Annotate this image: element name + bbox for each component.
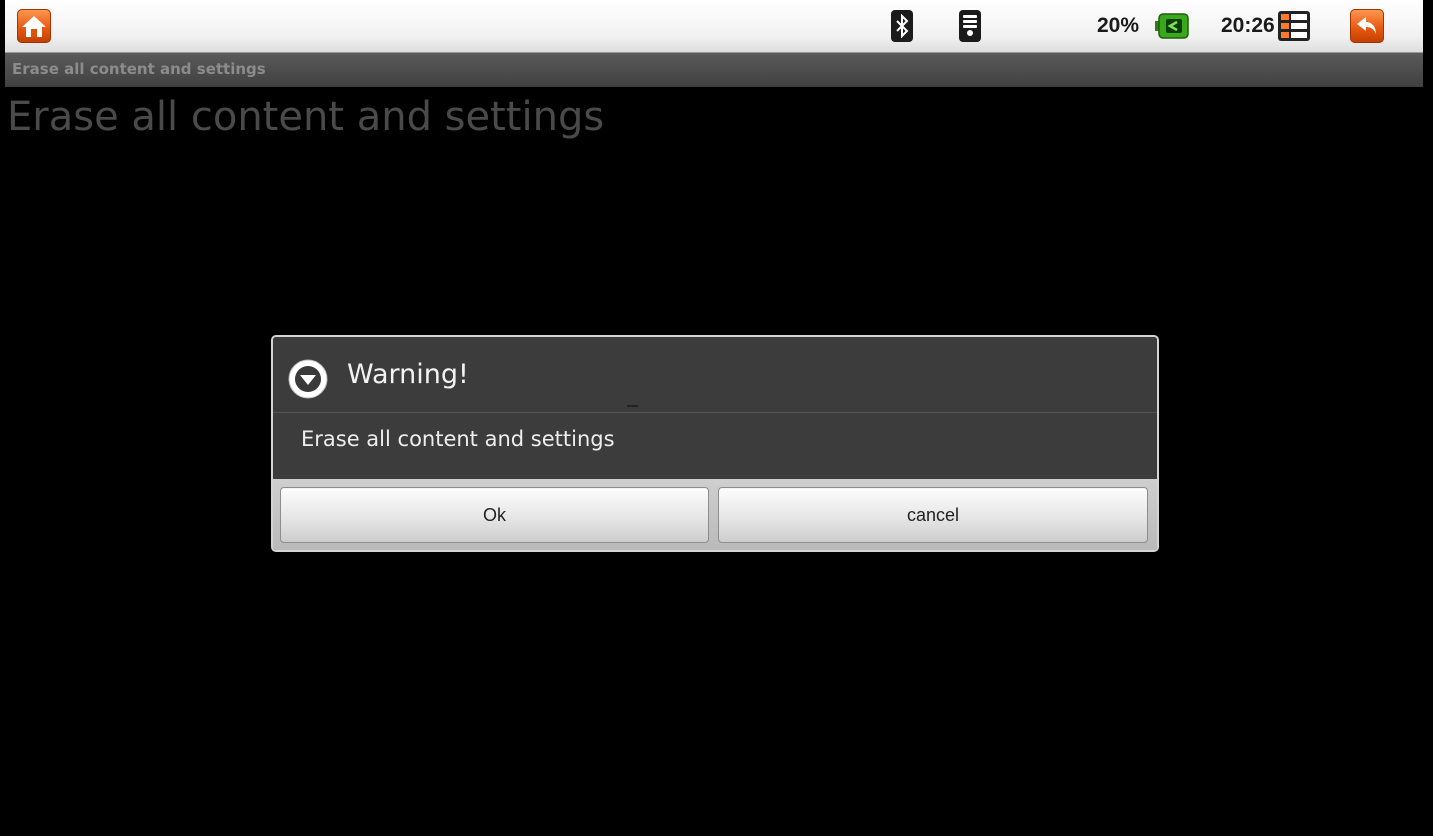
menu-icon[interactable] — [1278, 0, 1310, 52]
screen: 20% 20:26 Erase all content and settings… — [5, 0, 1423, 836]
cancel-button[interactable]: cancel — [718, 487, 1148, 543]
dialog-button-bar: Ok cancel — [273, 479, 1157, 550]
title-bar-label: Erase all content and settings — [12, 60, 266, 78]
status-bar: 20% 20:26 — [5, 0, 1423, 53]
home-icon[interactable] — [17, 0, 51, 52]
divider-mark — [627, 405, 638, 407]
wifi-icon — [959, 0, 981, 52]
bluetooth-icon — [891, 0, 913, 52]
clock: 20:26 — [1221, 14, 1275, 37]
warning-dialog: Warning! Erase all content and settings … — [271, 335, 1159, 552]
warning-icon — [288, 359, 328, 399]
ok-button[interactable]: Ok — [280, 487, 709, 543]
back-icon[interactable] — [1350, 0, 1384, 52]
dialog-title: Warning! — [347, 359, 469, 390]
dialog-message: Erase all content and settings — [301, 427, 615, 451]
page-heading: Erase all content and settings — [7, 94, 605, 140]
battery-icon — [1155, 0, 1189, 52]
dialog-header: Warning! — [273, 337, 1157, 413]
title-bar: Erase all content and settings — [5, 53, 1423, 87]
battery-percentage: 20% — [1097, 14, 1140, 37]
